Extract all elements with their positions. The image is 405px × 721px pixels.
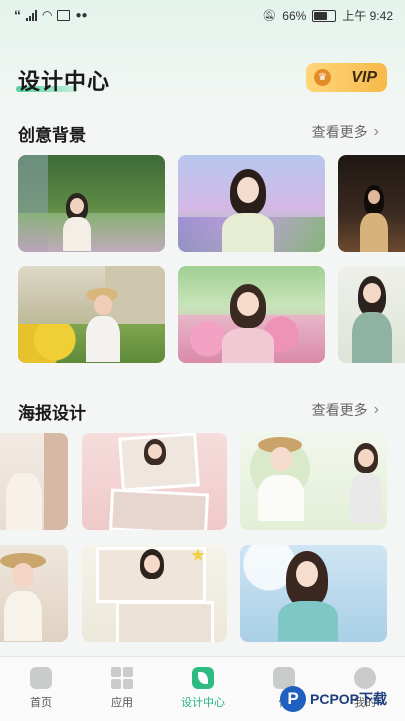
tab-apps-label: 应用	[111, 697, 133, 709]
vip-label: VIP	[351, 68, 377, 86]
section-title-creative: 创意背景	[18, 126, 86, 145]
poster-card[interactable]	[82, 433, 227, 530]
more-creative-label: 查看更多	[311, 124, 368, 140]
watermark-p-icon: P	[280, 686, 306, 712]
background-card[interactable]	[18, 266, 165, 363]
apps-icon	[111, 667, 133, 689]
vip-button[interactable]: ♛ VIP	[306, 63, 387, 92]
poster-card[interactable]	[0, 545, 68, 642]
wechat-icon: ●●	[75, 9, 88, 21]
star-sticker-icon: ★	[190, 545, 207, 565]
battery-percent: 66%	[282, 8, 307, 23]
background-card[interactable]	[178, 155, 325, 252]
card-photo-subject	[6, 473, 42, 530]
tab-home[interactable]: 首页	[11, 667, 71, 710]
page-title: 设计中心	[18, 69, 111, 94]
watermark-logo: P PCPOP下载	[280, 682, 400, 716]
image-notification-icon	[57, 9, 71, 21]
tab-apps[interactable]: 应用	[92, 667, 152, 710]
battery-icon	[312, 9, 337, 22]
status-bar: “ ◠ ●● 🔕︎ 66% 上午 9:42	[0, 0, 405, 30]
wifi-icon: ◠	[42, 8, 53, 22]
watermark-text: PCPOP下载	[310, 691, 388, 707]
poster-card[interactable]	[0, 433, 68, 530]
mute-bell-icon: 🔕︎	[262, 10, 277, 22]
chevron-right-icon: ›	[373, 123, 379, 140]
poster-card[interactable]	[240, 433, 387, 530]
poster-card[interactable]	[240, 545, 387, 642]
card-photo	[116, 601, 214, 642]
clock: 上午 9:42	[342, 9, 393, 23]
background-card[interactable]	[338, 266, 405, 363]
card-decoration	[18, 213, 165, 252]
tab-design-center-label: 设计中心	[181, 697, 225, 709]
signal-icon	[26, 9, 37, 21]
card-photo	[108, 488, 210, 530]
more-poster-label: 查看更多	[311, 402, 368, 418]
home-icon	[30, 667, 52, 689]
more-creative-link[interactable]: 查看更多 ›	[312, 122, 379, 142]
more-poster-link[interactable]: 查看更多 ›	[312, 400, 379, 420]
background-card[interactable]	[178, 266, 325, 363]
notification-quote-icon: “	[14, 7, 21, 23]
tab-home-label: 首页	[30, 697, 52, 709]
design-leaf-icon	[192, 667, 214, 689]
background-card[interactable]	[18, 155, 165, 252]
tab-design-center[interactable]: 设计中心	[173, 667, 233, 710]
background-card[interactable]	[338, 155, 405, 252]
section-title-poster: 海报设计	[18, 404, 86, 423]
chevron-right-icon: ›	[373, 401, 379, 418]
crown-icon: ♛	[314, 69, 331, 86]
poster-card[interactable]: ★	[82, 545, 227, 642]
card-decoration	[44, 433, 68, 530]
